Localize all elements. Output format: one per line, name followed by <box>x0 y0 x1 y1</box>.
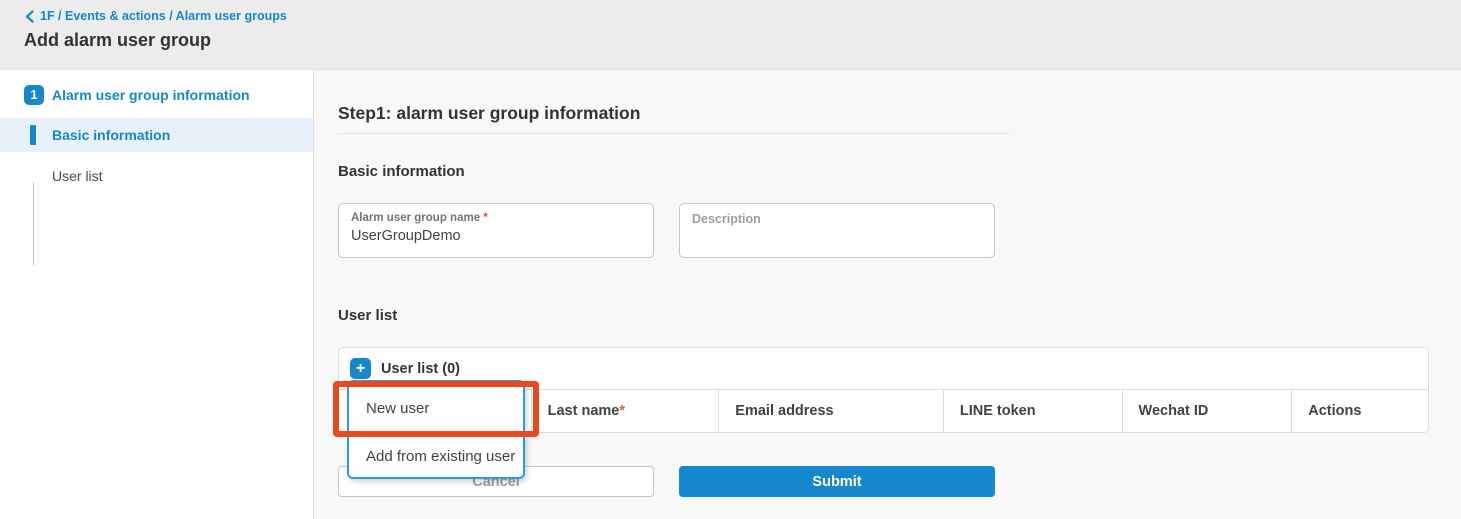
sidebar-step-alarm-user-group-information[interactable]: 1 Alarm user group information <box>24 85 250 105</box>
column-header-wechat-id: Wechat ID <box>1123 390 1293 432</box>
required-asterisk: * <box>483 212 487 224</box>
sidebar-item-user-list[interactable]: User list <box>0 158 313 193</box>
dropdown-item-add-from-existing-user[interactable]: Add from existing user <box>349 434 523 477</box>
column-header-actions: Actions <box>1292 390 1428 432</box>
user-list-panel-title: User list (0) <box>381 361 460 377</box>
add-user-dropdown: New user Add from existing user <box>347 380 525 479</box>
basic-information-fields: Alarm user group name * UserGroupDemo De… <box>338 203 1461 258</box>
breadcrumb[interactable]: 1F / Events & actions / Alarm user group… <box>24 9 1461 23</box>
plus-icon <box>356 361 365 377</box>
sidebar-guide-line <box>33 182 34 265</box>
column-header-line-token: LINE token <box>944 390 1123 432</box>
add-user-button[interactable] <box>350 358 371 379</box>
field-value: UserGroupDemo <box>351 228 653 244</box>
column-header-email-address: Email address <box>719 390 944 432</box>
column-header-last-name: Last name* <box>532 390 720 432</box>
breadcrumb-label: 1F / Events & actions / Alarm user group… <box>40 9 287 23</box>
step-heading: Step1: alarm user group information <box>338 103 1010 134</box>
sidebar-item-label: Basic information <box>52 127 170 143</box>
user-list-section-title: User list <box>338 307 1461 324</box>
sidebar-item-label: User list <box>52 168 103 184</box>
page: 1F / Events & actions / Alarm user group… <box>0 0 1461 519</box>
chevron-left-icon <box>24 10 35 23</box>
field-label: Description <box>692 212 994 226</box>
dropdown-item-new-user[interactable]: New user <box>349 382 523 434</box>
sidebar: 1 Alarm user group information Basic inf… <box>0 70 314 519</box>
page-header: 1F / Events & actions / Alarm user group… <box>0 0 1461 70</box>
step-label: Alarm user group information <box>52 87 250 103</box>
basic-information-section-title: Basic information <box>338 163 1461 180</box>
description-field[interactable]: Description <box>679 203 995 258</box>
alarm-user-group-name-field[interactable]: Alarm user group name * UserGroupDemo <box>338 203 654 258</box>
submit-button[interactable]: Submit <box>679 466 995 497</box>
step-number-badge: 1 <box>24 85 44 105</box>
required-asterisk: * <box>619 403 625 419</box>
sidebar-item-basic-information[interactable]: Basic information <box>0 118 313 152</box>
active-item-bar <box>30 125 36 145</box>
body: 1 Alarm user group information Basic inf… <box>0 70 1461 519</box>
page-title: Add alarm user group <box>24 30 1461 51</box>
field-label: Alarm user group name * <box>351 212 653 224</box>
